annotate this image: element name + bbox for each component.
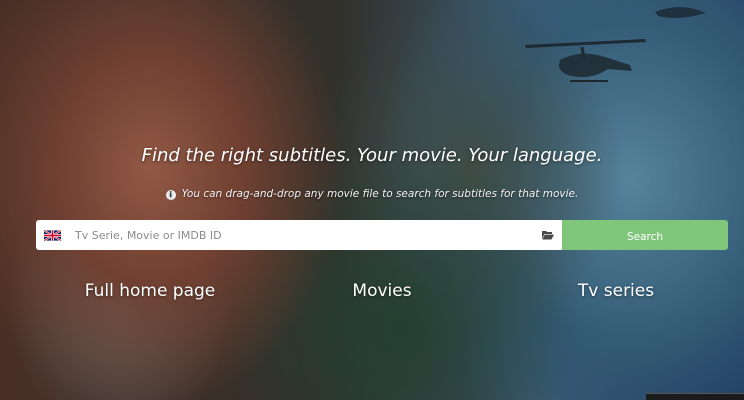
nav-links: Full home page Movies Tv series bbox=[0, 281, 744, 305]
hero-content: Find the right subtitles. Your movie. Yo… bbox=[0, 0, 744, 400]
full-home-page-link[interactable]: Full home page bbox=[85, 281, 216, 301]
tv-series-link[interactable]: Tv series bbox=[578, 281, 654, 301]
search-input[interactable] bbox=[73, 227, 536, 243]
drag-drop-hint: i You can drag-and-drop any movie file to… bbox=[0, 188, 744, 200]
search-form: Search bbox=[36, 220, 728, 250]
drag-drop-hint-text: You can drag-and-drop any movie file to … bbox=[181, 188, 579, 200]
corner-bar bbox=[646, 393, 744, 400]
search-box bbox=[36, 220, 562, 250]
folder-open-icon[interactable] bbox=[542, 230, 554, 240]
search-button[interactable]: Search bbox=[562, 220, 728, 250]
uk-flag-icon[interactable] bbox=[44, 229, 61, 241]
info-icon: i bbox=[165, 190, 176, 200]
hero-tagline: Find the right subtitles. Your movie. Yo… bbox=[141, 145, 603, 166]
movies-link[interactable]: Movies bbox=[352, 281, 411, 301]
